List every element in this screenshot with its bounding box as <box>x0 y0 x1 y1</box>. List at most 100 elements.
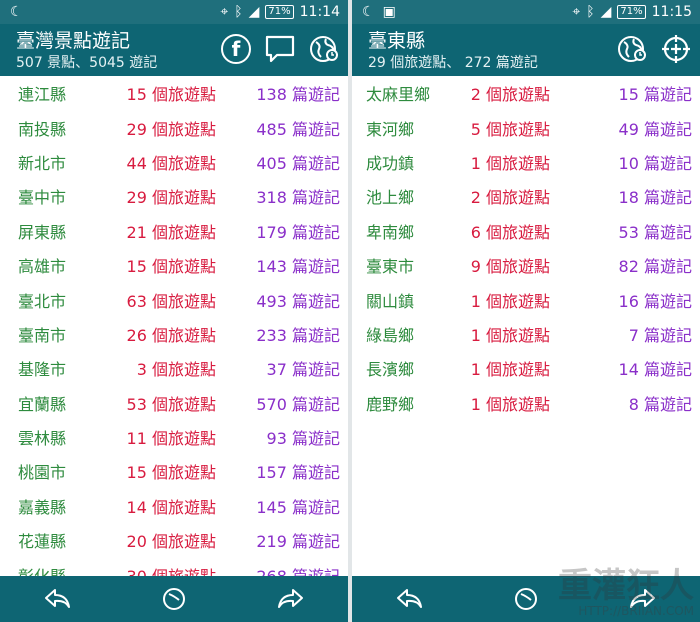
post-count: 10 篇遊記 <box>618 153 692 173</box>
region-name: 雲林縣 <box>18 429 67 449</box>
post-count: 145 篇遊記 <box>256 497 340 517</box>
spot-count: 5 個旅遊點 <box>470 119 550 139</box>
list-item[interactable]: 桃園市 15 個旅遊點 157 篇遊記 <box>0 454 348 488</box>
svg-text:f: f <box>232 37 241 61</box>
region-name: 宜蘭縣 <box>18 394 67 414</box>
home-button[interactable] <box>508 581 544 617</box>
post-count: 179 篇遊記 <box>256 222 340 242</box>
spot-count: 14 個旅遊點 <box>126 497 216 517</box>
list-item[interactable]: 成功鎮 1 個旅遊點 10 篇遊記 <box>352 145 700 179</box>
list-item[interactable]: 關山鎮 1 個旅遊點 16 篇遊記 <box>352 282 700 316</box>
list-item[interactable]: 卑南鄉 6 個旅遊點 53 篇遊記 <box>352 214 700 248</box>
list-item[interactable]: 雲林縣 11 個旅遊點 93 篇遊記 <box>0 420 348 454</box>
recent-apps-button[interactable] <box>624 581 660 617</box>
list-item[interactable]: 高雄市 15 個旅遊點 143 篇遊記 <box>0 248 348 282</box>
list-item[interactable]: 鹿野鄉 1 個旅遊點 8 篇遊記 <box>352 386 700 420</box>
recent-apps-button[interactable] <box>272 581 308 617</box>
add-location-icon <box>662 35 690 63</box>
bluetooth-icon: ᛒ <box>586 4 595 20</box>
list-item[interactable]: 長濱鄉 1 個旅遊點 14 篇遊記 <box>352 351 700 385</box>
post-count: 16 篇遊記 <box>618 291 692 311</box>
post-count: 570 篇遊記 <box>256 394 340 414</box>
region-name: 連江縣 <box>18 85 67 105</box>
post-count: 15 篇遊記 <box>618 85 692 105</box>
list-item[interactable]: 連江縣 15 個旅遊點 138 篇遊記 <box>0 76 348 110</box>
list-item[interactable]: 新北市 44 個旅遊點 405 篇遊記 <box>0 145 348 179</box>
signal-icon: ◢ <box>600 4 612 20</box>
post-count: 138 篇遊記 <box>256 85 340 105</box>
add-location-button[interactable] <box>658 31 694 67</box>
list-item[interactable]: 南投縣 29 個旅遊點 485 篇遊記 <box>0 110 348 144</box>
signal-icon: ◢ <box>248 4 260 20</box>
region-name: 池上鄉 <box>366 188 415 208</box>
globe-icon <box>618 36 646 62</box>
spot-count: 15 個旅遊點 <box>126 257 216 277</box>
list-item[interactable]: 屏東縣 21 個旅遊點 179 篇遊記 <box>0 214 348 248</box>
spot-count: 2 個旅遊點 <box>470 85 550 105</box>
region-name: 嘉義縣 <box>18 497 67 517</box>
list-item[interactable]: 綠島鄉 1 個旅遊點 7 篇遊記 <box>352 317 700 351</box>
region-name: 臺中市 <box>18 188 67 208</box>
home-button[interactable] <box>156 581 192 617</box>
region-name: 高雄市 <box>18 257 67 277</box>
region-name: 基隆市 <box>18 360 67 380</box>
region-name: 綠島鄉 <box>366 325 415 345</box>
list-item[interactable]: 嘉義縣 14 個旅遊點 145 篇遊記 <box>0 489 348 523</box>
spot-count: 1 個旅遊點 <box>470 360 550 380</box>
post-count: 18 篇遊記 <box>618 188 692 208</box>
phone-screen-right: ☾ ▣ ⌖ ᛒ ◢ 71% 11:15 臺東縣 29 個旅遊點、 272 篇遊記 <box>352 0 700 622</box>
home-icon <box>515 588 537 610</box>
spot-count: 2 個旅遊點 <box>470 188 550 208</box>
home-icon <box>163 588 185 610</box>
list-item[interactable]: 東河鄉 5 個旅遊點 49 篇遊記 <box>352 110 700 144</box>
post-count: 233 篇遊記 <box>256 325 340 345</box>
spot-count: 6 個旅遊點 <box>470 222 550 242</box>
post-count: 143 篇遊記 <box>256 257 340 277</box>
spot-count: 15 個旅遊點 <box>126 85 216 105</box>
facebook-icon: f <box>221 34 251 64</box>
spot-count: 15 個旅遊點 <box>126 463 216 483</box>
region-name: 關山鎮 <box>366 291 415 311</box>
post-count: 7 篇遊記 <box>628 325 692 345</box>
back-button[interactable] <box>392 581 428 617</box>
status-bar: ☾ ▣ ⌖ ᛒ ◢ 71% 11:15 <box>352 0 700 24</box>
bottom-nav <box>0 576 348 622</box>
post-count: 53 篇遊記 <box>618 222 692 242</box>
list-item[interactable]: 臺東市 9 個旅遊點 82 篇遊記 <box>352 248 700 282</box>
county-list: 連江縣 15 個旅遊點 138 篇遊記南投縣 29 個旅遊點 485 篇遊記 新北市 44 … <box>0 76 348 576</box>
region-name: 桃園市 <box>18 463 67 483</box>
phone-screen-left: ☾ ⌖ ᛒ ◢ 71% 11:14 臺灣景點遊記 507 景點、5045 遊記 … <box>0 0 348 622</box>
list-item[interactable]: 基隆市 3 個旅遊點 37 篇遊記 <box>0 351 348 385</box>
list-item[interactable]: 彰化縣30 個旅遊點268 篇遊記 <box>0 557 348 576</box>
spot-count: 1 個旅遊點 <box>470 153 550 173</box>
back-button[interactable] <box>40 581 76 617</box>
app-bar: 臺灣景點遊記 507 景點、5045 遊記 f <box>0 24 348 76</box>
facebook-button[interactable]: f <box>218 31 254 67</box>
spot-count: 63 個旅遊點 <box>126 291 216 311</box>
list-item[interactable]: 宜蘭縣 53 個旅遊點 570 篇遊記 <box>0 386 348 420</box>
location-icon: ⌖ <box>572 4 581 20</box>
globe-icon <box>310 36 338 62</box>
post-count: 268 篇遊記 <box>216 563 340 576</box>
list-item[interactable]: 臺中市 29 個旅遊點 318 篇遊記 <box>0 179 348 213</box>
clock: 11:15 <box>651 4 692 20</box>
list-item[interactable]: 池上鄉 2 個旅遊點 18 篇遊記 <box>352 179 700 213</box>
region-name: 卑南鄉 <box>366 222 415 242</box>
region-name: 新北市 <box>18 153 67 173</box>
post-count: 318 篇遊記 <box>256 188 340 208</box>
forward-arrow-icon <box>278 589 303 608</box>
comment-button[interactable] <box>262 31 298 67</box>
battery-indicator: 71% <box>265 5 294 19</box>
spot-count: 26 個旅遊點 <box>126 325 216 345</box>
spot-count: 30 個旅遊點 <box>98 563 216 576</box>
bluetooth-icon: ᛒ <box>234 4 243 20</box>
status-bar: ☾ ⌖ ᛒ ◢ 71% 11:14 <box>0 0 348 24</box>
globe-button[interactable] <box>614 31 650 67</box>
list-item[interactable]: 太麻里鄉 2 個旅遊點 15 篇遊記 <box>352 76 700 110</box>
list-item[interactable]: 花蓮縣 20 個旅遊點 219 篇遊記 <box>0 523 348 557</box>
list-item[interactable]: 臺南市 26 個旅遊點 233 篇遊記 <box>0 317 348 351</box>
bottom-nav <box>352 576 700 622</box>
list-item[interactable]: 臺北市 63 個旅遊點 493 篇遊記 <box>0 282 348 316</box>
spot-count: 29 個旅遊點 <box>126 119 216 139</box>
globe-button[interactable] <box>306 31 342 67</box>
